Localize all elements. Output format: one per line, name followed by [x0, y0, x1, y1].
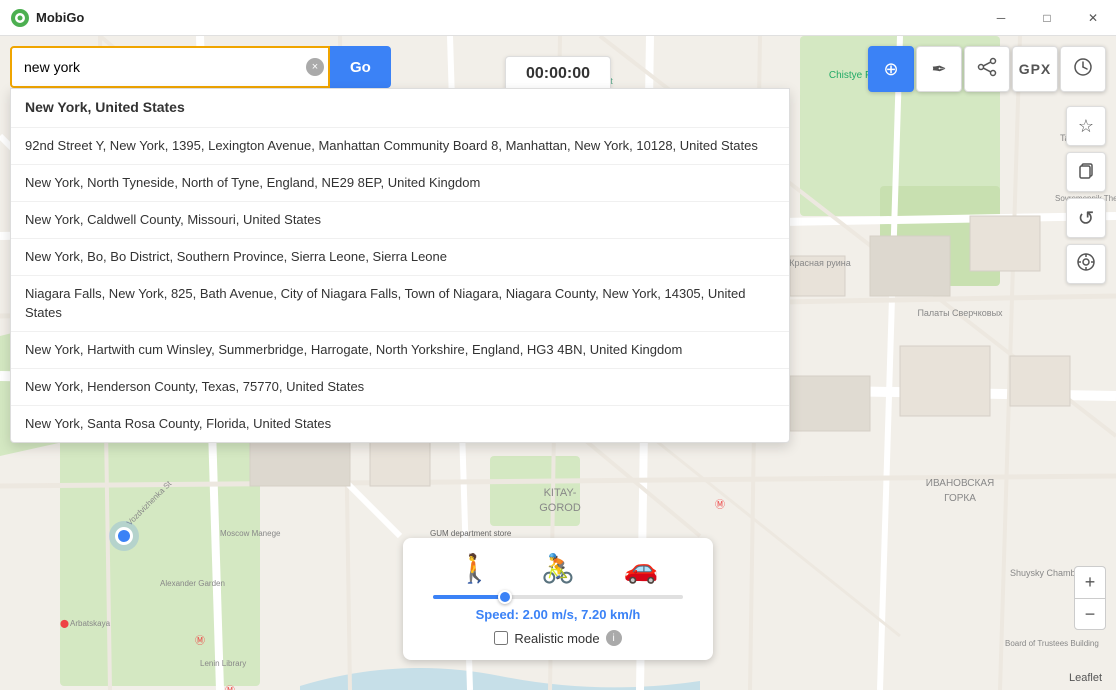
- speed-slider[interactable]: [433, 595, 683, 599]
- zoom-out-button[interactable]: −: [1074, 598, 1106, 630]
- dropdown-item[interactable]: New York, Bo, Bo District, Southern Prov…: [11, 239, 789, 276]
- clear-icon: ×: [312, 61, 318, 73]
- app-logo: MobiGo: [0, 8, 94, 28]
- transport-mode-icons: 🚶 🚴 🚗: [433, 552, 683, 585]
- zoom-controls: + −: [1074, 566, 1106, 630]
- crosshair-icon: ⊕: [883, 59, 898, 80]
- clock-icon: [1073, 57, 1093, 82]
- search-input-wrapper: ×: [10, 46, 330, 88]
- pen-icon: ✒: [931, 59, 946, 80]
- share-button[interactable]: [964, 46, 1010, 92]
- pen-button[interactable]: ✒: [916, 46, 962, 92]
- speed-handle[interactable]: [498, 590, 512, 604]
- car-mode-button[interactable]: 🚗: [614, 552, 669, 585]
- svg-text:Lenin Library: Lenin Library: [200, 659, 246, 668]
- realistic-mode-label: Realistic mode: [514, 631, 599, 646]
- search-area: × Go New York, United States92nd Street …: [10, 46, 790, 443]
- dropdown-item[interactable]: New York, Henderson County, Texas, 75770…: [11, 369, 789, 406]
- dropdown-item[interactable]: New York, United States: [11, 89, 789, 128]
- app-icon: [10, 8, 30, 28]
- dropdown-item[interactable]: New York, Hartwith cum Winsley, Summerbr…: [11, 332, 789, 369]
- svg-text:Ⓜ: Ⓜ: [715, 499, 725, 511]
- search-row: × Go: [10, 46, 790, 88]
- locate-button[interactable]: [1066, 244, 1106, 284]
- realistic-mode-checkbox[interactable]: [494, 631, 508, 645]
- svg-text:ИВАНОВСКАЯ: ИВАНОВСКАЯ: [926, 478, 994, 489]
- svg-text:Ⓜ: Ⓜ: [225, 685, 235, 690]
- walk-mode-button[interactable]: 🚶: [447, 552, 502, 585]
- star-button[interactable]: ☆: [1066, 106, 1106, 146]
- dropdown-item[interactable]: 92nd Street Y, New York, 1395, Lexington…: [11, 128, 789, 165]
- crosshair-button[interactable]: ⊕: [868, 46, 914, 92]
- zoom-in-button[interactable]: +: [1074, 566, 1106, 598]
- refresh-icon: ↺: [1078, 206, 1095, 231]
- dropdown-item[interactable]: New York, Caldwell County, Missouri, Uni…: [11, 202, 789, 239]
- right-side-icons: ☆ ↺: [1066, 106, 1106, 284]
- toolbar: ⊕ ✒ GPX: [868, 46, 1106, 92]
- svg-text:GOROD: GOROD: [539, 502, 581, 514]
- locate-icon: [1076, 252, 1096, 277]
- dropdown-item[interactable]: New York, Santa Rosa County, Florida, Un…: [11, 406, 789, 442]
- search-dropdown: New York, United States92nd Street Y, Ne…: [10, 88, 790, 443]
- window-controls: ─ □ ✕: [978, 0, 1116, 36]
- clear-button[interactable]: ×: [306, 58, 324, 76]
- speed-label: Speed: 2.00 m/s, 7.20 km/h: [433, 607, 683, 622]
- app-title: MobiGo: [36, 10, 84, 25]
- map-container: KITAY- GOROD ИВАНОВСКАЯ ГОРКА Yermolov T…: [0, 36, 1116, 690]
- info-icon[interactable]: i: [606, 630, 622, 646]
- go-button[interactable]: Go: [330, 46, 391, 88]
- gpx-button[interactable]: GPX: [1012, 46, 1058, 92]
- star-icon: ☆: [1078, 116, 1094, 137]
- realistic-mode-row: Realistic mode i: [433, 630, 683, 646]
- maximize-button[interactable]: □: [1024, 0, 1070, 36]
- location-dot: [115, 527, 133, 545]
- search-input[interactable]: [10, 46, 330, 88]
- leaflet-badge: Leaflet: [1069, 672, 1102, 684]
- dropdown-item[interactable]: Niagara Falls, New York, 825, Bath Avenu…: [11, 276, 789, 331]
- svg-text:KITAY-: KITAY-: [544, 487, 577, 499]
- svg-text:ГОРКА: ГОРКА: [944, 493, 976, 504]
- copy-button[interactable]: [1066, 152, 1106, 192]
- titlebar: MobiGo ─ □ ✕: [0, 0, 1116, 36]
- minimize-button[interactable]: ─: [978, 0, 1024, 36]
- svg-text:Board of Trustees Building: Board of Trustees Building: [1005, 639, 1099, 648]
- svg-text:Красная руина: Красная руина: [789, 258, 851, 268]
- close-button[interactable]: ✕: [1070, 0, 1116, 36]
- transport-panel: 🚶 🚴 🚗 Speed: 2.00 m/s, 7.20 km/h Realist…: [403, 538, 713, 660]
- speed-value: 2.00 m/s, 7.20 km/h: [523, 607, 641, 622]
- svg-text:Alexander Garden: Alexander Garden: [160, 579, 225, 588]
- dropdown-item[interactable]: New York, North Tyneside, North of Tyne,…: [11, 165, 789, 202]
- svg-text:⬤: ⬤: [60, 619, 69, 628]
- svg-text:GUM department store: GUM department store: [430, 529, 512, 538]
- clock-button[interactable]: [1060, 46, 1106, 92]
- svg-text:Moscow Manege: Moscow Manege: [220, 529, 281, 538]
- gpx-label: GPX: [1019, 61, 1052, 77]
- svg-text:Палаты Сверчковых: Палаты Сверчковых: [917, 308, 1003, 318]
- bike-mode-button[interactable]: 🚴: [531, 552, 586, 585]
- svg-text:Ⓜ: Ⓜ: [195, 635, 205, 647]
- speed-fill: [433, 595, 503, 599]
- svg-text:Arbatskaya: Arbatskaya: [70, 619, 111, 628]
- copy-icon: [1076, 160, 1096, 185]
- refresh-button[interactable]: ↺: [1066, 198, 1106, 238]
- share-icon: [977, 57, 997, 82]
